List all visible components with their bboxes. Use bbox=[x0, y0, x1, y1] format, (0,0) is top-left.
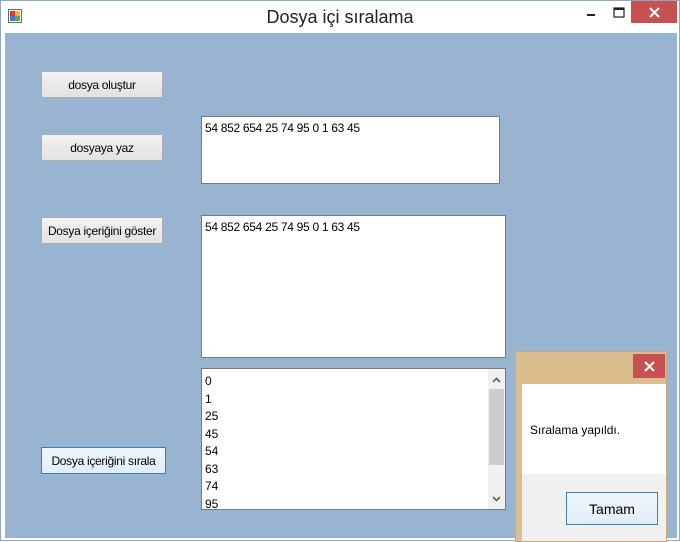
content-display-textarea[interactable]: 54 852 654 25 74 95 0 1 63 45 bbox=[201, 215, 506, 358]
message-dialog: Sıralama yapıldı. Tamam bbox=[515, 351, 667, 542]
close-icon bbox=[643, 360, 655, 372]
scroll-up-icon bbox=[492, 376, 501, 383]
create-file-button[interactable]: dosya oluştur bbox=[41, 71, 163, 98]
dialog-close-button[interactable] bbox=[633, 354, 665, 378]
maximize-button[interactable] bbox=[606, 1, 632, 23]
list-item[interactable]: 45 bbox=[205, 426, 218, 444]
list-item[interactable]: 63 bbox=[205, 461, 218, 479]
scroll-thumb[interactable] bbox=[489, 389, 504, 465]
sorted-list: 0 1 25 45 54 63 74 95 bbox=[205, 373, 218, 510]
list-item[interactable]: 25 bbox=[205, 408, 218, 426]
list-item[interactable]: 54 bbox=[205, 443, 218, 461]
dialog-content: Sıralama yapıldı. bbox=[522, 384, 666, 474]
scroll-down-button[interactable] bbox=[488, 490, 505, 507]
scroll-down-icon bbox=[492, 495, 501, 502]
show-content-button[interactable]: Dosya içeriğini göster bbox=[41, 217, 163, 244]
close-icon bbox=[648, 6, 660, 18]
list-item[interactable]: 0 bbox=[205, 373, 218, 391]
minimize-button[interactable] bbox=[578, 1, 604, 23]
dialog-message: Sıralama yapıldı. bbox=[530, 423, 621, 437]
minimize-icon bbox=[587, 14, 595, 16]
list-item[interactable]: 74 bbox=[205, 478, 218, 496]
sort-content-button[interactable]: Dosya içeriğini sırala bbox=[41, 447, 166, 474]
maximize-icon bbox=[613, 6, 625, 18]
write-file-button[interactable]: dosyaya yaz bbox=[41, 134, 163, 161]
title-bar[interactable]: Dosya içi sıralama bbox=[1, 1, 679, 33]
write-text-input[interactable]: 54 852 654 25 74 95 0 1 63 45 bbox=[201, 116, 500, 184]
list-scrollbar[interactable] bbox=[488, 369, 505, 509]
main-window: Dosya içi sıralama dosya oluştur dosyaya… bbox=[0, 0, 680, 542]
ok-button[interactable]: Tamam bbox=[566, 492, 658, 525]
list-item[interactable]: 95 bbox=[205, 496, 218, 510]
close-button[interactable] bbox=[631, 1, 677, 23]
sorted-listbox[interactable]: 0 1 25 45 54 63 74 95 bbox=[201, 368, 506, 510]
list-item[interactable]: 1 bbox=[205, 391, 218, 409]
dialog-footer: Tamam bbox=[522, 474, 666, 541]
scroll-up-button[interactable] bbox=[488, 371, 505, 388]
